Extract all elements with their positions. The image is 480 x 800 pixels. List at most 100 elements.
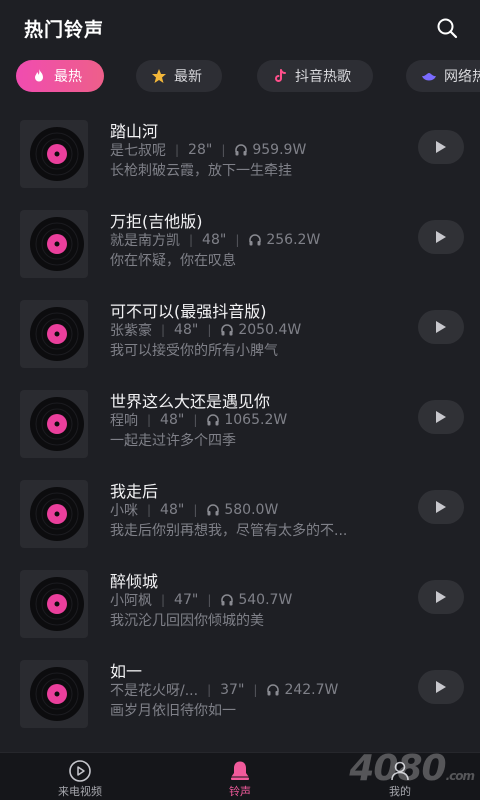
douyin-icon: [271, 67, 289, 85]
artist-name: 张紫豪: [110, 323, 152, 339]
fire-icon: [30, 67, 48, 85]
tab-label: 网络热: [444, 69, 480, 85]
artist-name: 是七叔呢: [110, 143, 166, 159]
song-meta: 是七叔呢 | 28" | 959.9W: [110, 142, 307, 159]
song-title: 世界这么大还是遇见你: [110, 392, 271, 411]
tab-label: 最热: [54, 69, 82, 85]
search-button[interactable]: [432, 13, 462, 43]
play-button[interactable]: [418, 310, 464, 344]
list-item[interactable]: 可不可以(最强抖音版) 张紫豪 | 48" | 2050.4W 我可以接受你的所有小…: [0, 292, 480, 382]
headphones-icon: [206, 413, 220, 427]
play-button[interactable]: [418, 400, 464, 434]
song-meta: 张紫豪 | 48" | 2050.4W: [110, 322, 302, 339]
vinyl-cover: [20, 390, 88, 458]
hat-icon: [420, 67, 438, 85]
duration: 48": [160, 412, 185, 428]
tab-hottest[interactable]: 最热: [16, 60, 104, 92]
duration: 48": [202, 232, 227, 248]
lyric-preview: 我走后你别再想我，尽管有太多的不...: [110, 523, 348, 539]
headphones-icon: [248, 233, 262, 247]
headphones-icon: [266, 683, 280, 697]
duration: 28": [188, 142, 213, 158]
vinyl-cover: [20, 300, 88, 368]
song-meta: 程响 | 48" | 1065.2W: [110, 412, 288, 429]
list-item[interactable]: 如一 不是花火呀/... | 37" | 242.7W 画岁月依旧待你如一: [0, 652, 480, 742]
site-watermark: 4080.com: [349, 748, 475, 789]
tab-label: 最新: [174, 69, 202, 85]
list-item[interactable]: 踏山河 是七叔呢 | 28" | 959.9W 长枪刺破云霞，放下一生牵挂: [0, 112, 480, 202]
song-meta: 小阿枫 | 47" | 540.7W: [110, 592, 293, 609]
nav-ringtone[interactable]: 铃声: [160, 753, 320, 800]
duration: 47": [174, 592, 199, 608]
play-icon: [436, 591, 446, 603]
artist-name: 小阿枫: [110, 593, 152, 609]
play-button[interactable]: [418, 580, 464, 614]
play-count: 2050.4W: [238, 322, 302, 338]
headphones-icon: [206, 503, 220, 517]
nav-caller-video[interactable]: 来电视频: [0, 753, 160, 800]
lyric-preview: 我沉沦几回因你倾城的美: [110, 613, 264, 629]
tab-internet-hits[interactable]: 网络热: [406, 60, 480, 92]
vinyl-cover: [20, 210, 88, 278]
play-icon: [436, 321, 446, 333]
artist-name: 就是南方凯: [110, 233, 180, 249]
play-button[interactable]: [418, 220, 464, 254]
duration: 48": [174, 322, 199, 338]
category-tabs: 最热 最新 抖音热歌 网络热: [0, 60, 480, 94]
tab-douyin-hits[interactable]: 抖音热歌: [257, 60, 373, 92]
play-count: 1065.2W: [224, 412, 288, 428]
headphones-icon: [234, 143, 248, 157]
artist-name: 不是花火呀/...: [110, 683, 199, 699]
play-button[interactable]: [418, 490, 464, 524]
song-title: 如一: [110, 662, 143, 681]
video-icon: [69, 760, 91, 782]
play-icon: [436, 681, 446, 693]
play-count: 256.2W: [266, 232, 321, 248]
duration: 48": [160, 502, 185, 518]
headphones-icon: [220, 593, 234, 607]
vinyl-cover: [20, 660, 88, 728]
nav-label: 铃声: [229, 785, 251, 798]
song-title: 我走后: [110, 482, 159, 501]
nav-label: 来电视频: [58, 785, 102, 798]
top-bar: 热门铃声: [0, 0, 480, 56]
duration: 37": [220, 682, 245, 698]
vinyl-cover: [20, 570, 88, 638]
tab-newest[interactable]: 最新: [136, 60, 222, 92]
play-icon: [436, 501, 446, 513]
headphones-icon: [220, 323, 234, 337]
song-title: 可不可以(最强抖音版): [110, 302, 267, 321]
bell-icon: [231, 761, 249, 780]
play-icon: [436, 411, 446, 423]
list-item[interactable]: 醉倾城 小阿枫 | 47" | 540.7W 我沉沦几回因你倾城的美: [0, 562, 480, 652]
lyric-preview: 一起走过许多个四季: [110, 433, 236, 449]
artist-name: 程响: [110, 413, 138, 429]
vinyl-cover: [20, 120, 88, 188]
play-button[interactable]: [418, 130, 464, 164]
play-count: 242.7W: [284, 682, 339, 698]
play-button[interactable]: [418, 670, 464, 704]
lyric-preview: 我可以接受你的所有小脾气: [110, 343, 278, 359]
song-title: 踏山河: [110, 122, 159, 141]
search-icon: [437, 18, 458, 39]
list-item[interactable]: 世界这么大还是遇见你 程响 | 48" | 1065.2W 一起走过许多个四季: [0, 382, 480, 472]
play-icon: [436, 231, 446, 243]
song-title: 万拒(吉他版): [110, 212, 203, 231]
lyric-preview: 画岁月依旧待你如一: [110, 703, 236, 719]
play-count: 580.0W: [224, 502, 279, 518]
list-item[interactable]: 万拒(吉他版) 就是南方凯 | 48" | 256.2W 你在怀疑，你在叹息: [0, 202, 480, 292]
song-meta: 就是南方凯 | 48" | 256.2W: [110, 232, 321, 249]
tab-label: 抖音热歌: [295, 69, 351, 85]
lyric-preview: 长枪刺破云霞，放下一生牵挂: [110, 163, 292, 179]
play-icon: [436, 141, 446, 153]
vinyl-cover: [20, 480, 88, 548]
page-title: 热门铃声: [24, 18, 105, 41]
play-count: 959.9W: [252, 142, 307, 158]
song-meta: 不是花火呀/... | 37" | 242.7W: [110, 682, 339, 699]
star-icon: [150, 67, 168, 85]
lyric-preview: 你在怀疑，你在叹息: [110, 253, 236, 269]
artist-name: 小咪: [110, 503, 138, 519]
list-item[interactable]: 我走后 小咪 | 48" | 580.0W 我走后你别再想我，尽管有太多的不...: [0, 472, 480, 562]
play-count: 540.7W: [238, 592, 293, 608]
song-meta: 小咪 | 48" | 580.0W: [110, 502, 279, 519]
